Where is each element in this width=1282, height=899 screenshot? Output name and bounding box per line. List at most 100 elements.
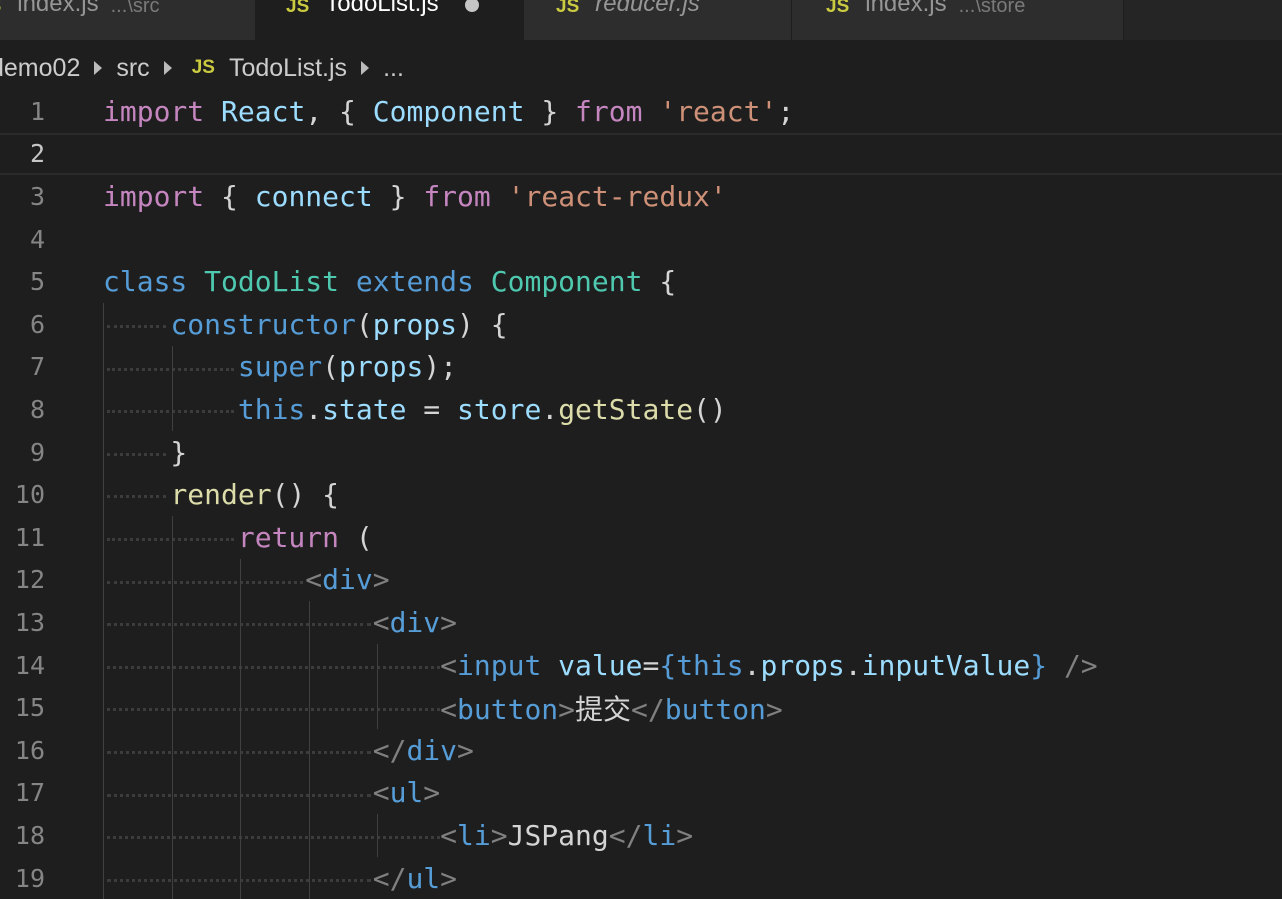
code-token: props — [372, 307, 458, 341]
code-token: < — [305, 563, 323, 597]
javascript-file-icon: JS — [556, 0, 580, 17]
javascript-file-icon: JS — [0, 0, 1, 18]
code-line[interactable]: 9 } — [0, 430, 1282, 474]
line-number: 2 — [29, 139, 45, 169]
code-token: div — [389, 605, 441, 639]
code-text: </ul> — [103, 862, 457, 895]
code-token: . — [541, 392, 559, 426]
chevron-right-icon — [94, 61, 103, 75]
line-number: 17 — [14, 778, 45, 808]
code-line[interactable]: 14 <input value={this.props.inputValue} … — [0, 643, 1282, 687]
breadcrumb-item-project[interactable]: demo02 — [0, 54, 80, 83]
code-line[interactable]: 18 <li>JSPang</li> — [0, 814, 1282, 857]
code-token: import — [103, 94, 205, 128]
code-token: </ — [372, 861, 407, 895]
code-line[interactable]: 2 — [0, 132, 1282, 176]
code-line[interactable]: 1 import React, { Component } from 'react… — [0, 90, 1282, 133]
code-token: ; — [777, 94, 795, 128]
code-token: < — [440, 692, 458, 726]
code-token: ( — [322, 350, 340, 384]
code-token: JSPang — [507, 818, 609, 852]
code-text: <input value={this.props.inputValue} /> — [103, 649, 1098, 682]
code-editor[interactable]: 1 import React, { Component } from 'react… — [0, 90, 1282, 899]
tab-todolist[interactable]: JS TodoList.js — [256, 0, 524, 40]
code-line[interactable]: 12 <div> — [0, 558, 1282, 602]
code-token: < — [440, 818, 458, 852]
breadcrumb-item-file[interactable]: TodoList.js — [229, 54, 347, 83]
code-line[interactable]: 19 </ul> — [0, 856, 1282, 899]
tab-reducer[interactable]: JS reducer.js — [524, 0, 792, 40]
code-token: . — [743, 648, 761, 682]
code-text: } — [103, 436, 187, 469]
code-token: ) { — [457, 307, 508, 341]
code-line[interactable]: 5 class TodoList extends Component { — [0, 260, 1282, 303]
line-number: 1 — [29, 96, 45, 126]
code-token: > — [490, 818, 508, 852]
code-line[interactable]: 16 </div> — [0, 729, 1282, 772]
code-token: button — [457, 692, 559, 726]
code-token: 'react-redux' — [507, 179, 727, 213]
code-token: > — [558, 692, 576, 726]
code-line[interactable]: 3 import { connect } from 'react-redux' — [0, 175, 1282, 218]
line-number: 7 — [29, 352, 45, 382]
code-token: extends — [355, 265, 474, 299]
code-line[interactable]: 6 constructor(props) { — [0, 303, 1282, 346]
code-token: this — [676, 648, 744, 682]
code-line[interactable]: 10 render() { — [0, 473, 1282, 516]
unsaved-changes-dot-icon[interactable] — [464, 0, 479, 12]
line-number: 9 — [29, 437, 45, 467]
code-token: from — [423, 179, 491, 213]
code-text: <div> — [103, 606, 457, 639]
code-token: { — [659, 648, 677, 682]
code-token: > — [372, 563, 390, 597]
tab-index-store[interactable]: JS index.js ...\store — [792, 0, 1124, 40]
code-line[interactable]: 17 <ul> — [0, 771, 1282, 815]
code-token: import — [103, 179, 205, 213]
code-text: <ul> — [103, 776, 440, 809]
tab-label: TodoList.js — [325, 0, 439, 17]
code-token: value — [558, 648, 643, 682]
breadcrumb-item-src[interactable]: src — [116, 54, 149, 83]
code-token: button — [664, 692, 766, 726]
code-token: > — [457, 733, 474, 767]
code-line[interactable]: 7 super(props); — [0, 345, 1282, 389]
code-line[interactable]: 4 — [0, 218, 1282, 261]
code-token: > — [765, 692, 783, 726]
code-token: Component — [490, 265, 643, 299]
code-token: this — [237, 392, 306, 426]
code-token: 'react' — [659, 94, 778, 128]
breadcrumb-item-symbol[interactable]: ... — [383, 54, 404, 83]
code-token: () — [693, 392, 727, 426]
code-token: > — [423, 776, 441, 810]
code-token: /> — [1063, 648, 1098, 682]
code-token: constructor — [170, 307, 356, 341]
line-number: 13 — [14, 607, 45, 637]
code-line[interactable]: 15 <button>提交</button> — [0, 686, 1282, 729]
line-number: 3 — [29, 181, 45, 211]
code-line[interactable]: 13 <div> — [0, 601, 1282, 644]
javascript-file-icon: JS — [191, 57, 215, 78]
code-token: Component — [372, 94, 525, 128]
tab-path: ...\src — [110, 0, 160, 17]
code-line[interactable]: 8 this.state = store.getState() — [0, 388, 1282, 431]
code-token: from — [575, 94, 643, 128]
code-token: class — [103, 265, 188, 299]
code-text: <div> — [103, 563, 390, 597]
code-token: } — [103, 435, 188, 469]
code-token: render — [170, 478, 272, 512]
code-token: } — [524, 94, 576, 128]
code-token: < — [372, 776, 390, 810]
code-line[interactable]: 11 return ( — [0, 516, 1282, 559]
code-token: ( — [355, 307, 373, 341]
tab-index-src[interactable]: JS index.js ...\src — [0, 0, 256, 40]
